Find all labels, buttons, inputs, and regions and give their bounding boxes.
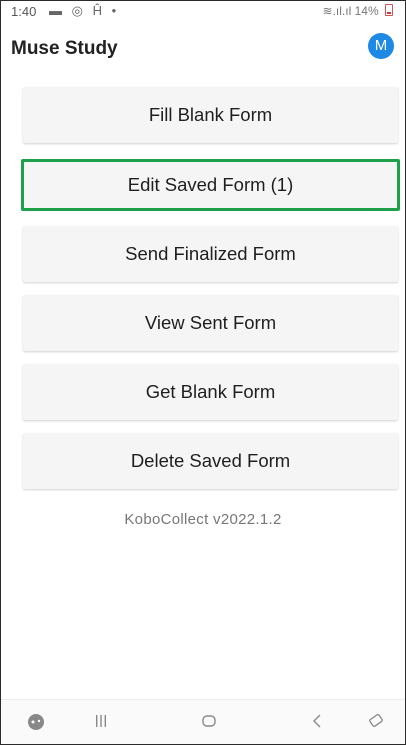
get-blank-form-button[interactable]: Get Blank Form bbox=[23, 364, 398, 420]
view-sent-form-button[interactable]: View Sent Form bbox=[23, 295, 398, 351]
app-bar: Muse Study M bbox=[1, 25, 405, 69]
send-finalized-form-button[interactable]: Send Finalized Form bbox=[23, 226, 398, 282]
fill-blank-form-button[interactable]: Fill Blank Form bbox=[23, 87, 398, 143]
home-icon[interactable] bbox=[201, 713, 217, 729]
game-controller-icon[interactable] bbox=[27, 713, 45, 731]
avatar[interactable]: M bbox=[368, 33, 394, 59]
recent-apps-icon[interactable] bbox=[94, 714, 108, 728]
system-nav-bar bbox=[1, 699, 405, 744]
edit-saved-form-button[interactable]: Edit Saved Form (1) bbox=[21, 159, 400, 211]
battery-icon bbox=[385, 4, 393, 16]
app-screen: 1:40 ▬ ◎ Ĥ • ≋.ıl.ıl 14% Muse Study M Fi… bbox=[0, 0, 406, 745]
page-title: Muse Study bbox=[11, 38, 118, 59]
status-right: ≋.ıl.ıl 14% bbox=[323, 4, 393, 18]
back-icon[interactable] bbox=[311, 714, 323, 728]
battery-percent: 14% bbox=[354, 4, 379, 18]
delete-saved-form-button[interactable]: Delete Saved Form bbox=[23, 433, 398, 489]
version-label: KoboCollect v2022.1.2 bbox=[124, 511, 282, 528]
rotate-icon[interactable] bbox=[367, 712, 387, 730]
status-time: 1:40 bbox=[11, 4, 37, 19]
notification-icons: ▬ ◎ Ĥ • bbox=[49, 3, 120, 18]
status-bar: 1:40 ▬ ◎ Ĥ • ≋.ıl.ıl 14% bbox=[1, 1, 405, 23]
signal-icon: ≋.ıl.ıl bbox=[322, 4, 352, 18]
